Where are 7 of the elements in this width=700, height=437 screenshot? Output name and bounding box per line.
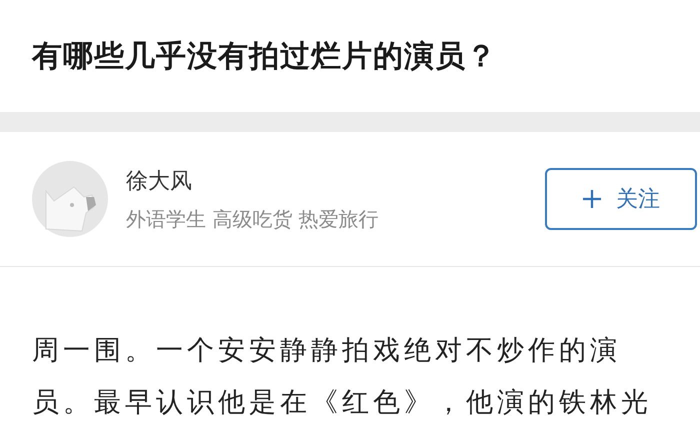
avatar-icon[interactable]	[32, 161, 108, 237]
plus-icon	[582, 189, 602, 209]
answer-text: 周一围。一个安安静静拍戏绝对不炒作的演员。最早认识他是在《红色》，他演的铁林光	[32, 334, 653, 420]
question-title: 有哪些几乎没有拍过烂片的演员？	[32, 38, 497, 76]
follow-button[interactable]: 关注	[545, 168, 697, 230]
author-bio: 外语学生 高级吃货 热爱旅行	[126, 206, 380, 232]
author-name[interactable]: 徐大风	[126, 166, 527, 196]
